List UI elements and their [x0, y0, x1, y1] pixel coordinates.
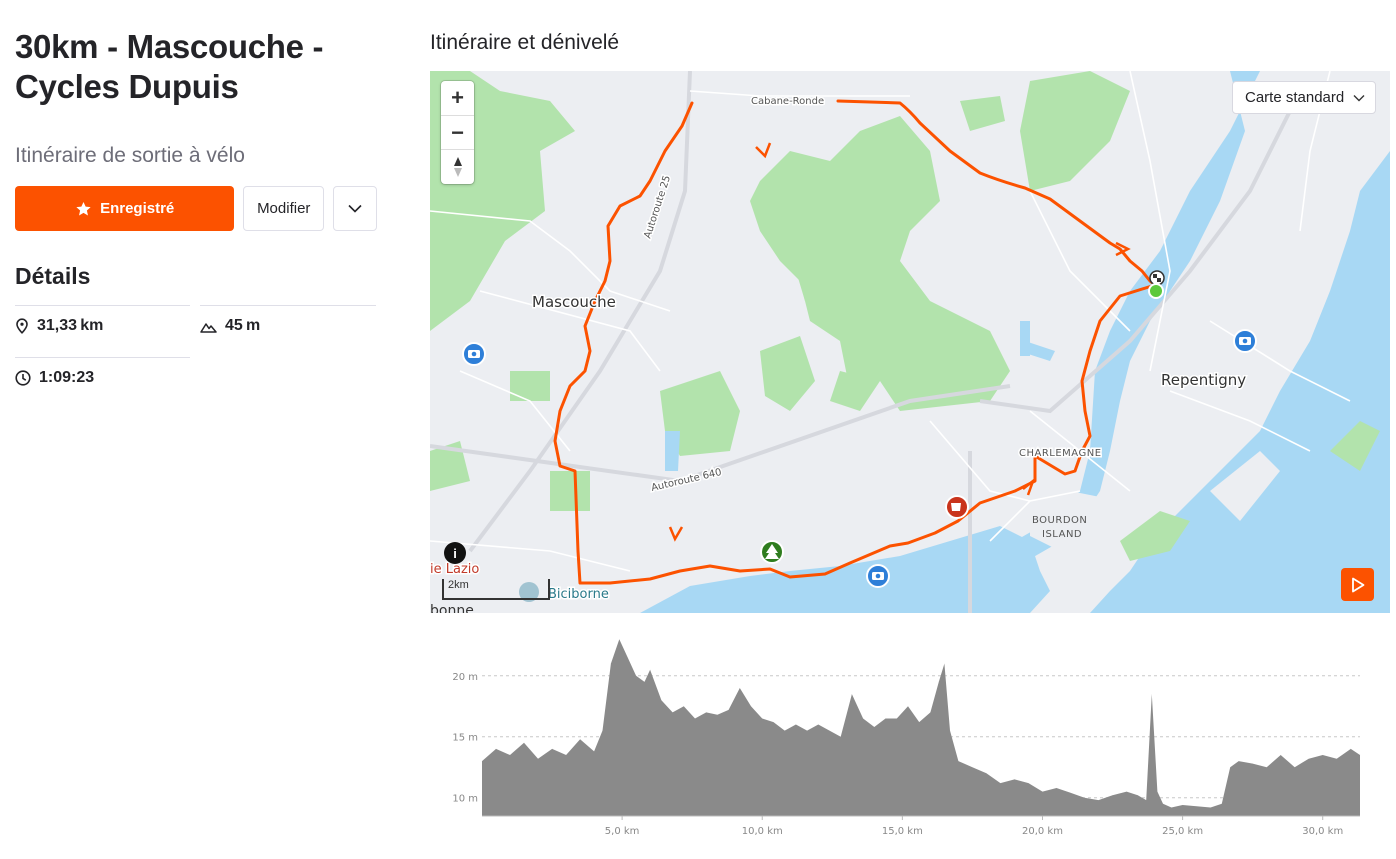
x-tick-label: 20,0 km — [1022, 826, 1063, 837]
x-tick-label: 15,0 km — [882, 826, 923, 837]
y-tick-label: 20 m — [452, 672, 478, 683]
route-map[interactable]: Cabane-Ronde Mascouche Autoroute 25 Auto… — [430, 71, 1390, 613]
route-info-panel: 30km - Mascouche - Cycles Dupuis Itinéra… — [15, 27, 377, 415]
poi-park[interactable] — [760, 540, 784, 564]
details-heading: Détails — [15, 263, 91, 289]
zoom-controls: + − — [441, 81, 474, 184]
water-areas — [640, 71, 1390, 613]
label-autoroute-640: Autoroute 640 — [650, 467, 723, 494]
map-style-select[interactable]: Carte standard — [1232, 81, 1376, 114]
star-icon — [76, 201, 91, 215]
map-style-label: Carte standard — [1245, 89, 1345, 106]
chevron-down-icon — [348, 204, 362, 213]
x-tick-label: 25,0 km — [1162, 826, 1203, 837]
end-marker[interactable] — [1149, 270, 1165, 286]
location-pin-icon — [16, 318, 28, 334]
clock-icon — [15, 370, 31, 386]
label-bonne: bonne — [430, 603, 474, 613]
y-tick-label: 10 m — [452, 794, 478, 805]
stat-moving-time: 1:09:23 — [15, 357, 190, 398]
action-bar: Enregistré Modifier — [15, 186, 377, 231]
flyover-play-button[interactable] — [1341, 568, 1374, 601]
map-scale: 2km — [442, 579, 550, 600]
moving-time-value: 1:09:23 — [39, 369, 95, 386]
start-marker[interactable] — [1148, 283, 1164, 299]
poi-photo-1[interactable] — [462, 342, 486, 366]
x-tick-label: 30,0 km — [1302, 826, 1343, 837]
label-charlemagne: CHARLEMAGNE — [1019, 448, 1102, 459]
y-tick-label: 15 m — [452, 733, 478, 744]
label-mascouche: Mascouche — [532, 293, 616, 311]
poi-cafe[interactable] — [945, 495, 969, 519]
elevation-profile-chart[interactable]: 20 m 15 m 10 m 5,0 km 10,0 km 15,0 km 20,0 km 2… — [430, 622, 1390, 847]
label-lazio: ie Lazio — [430, 562, 479, 577]
map-section-title: Itinéraire et dénivelé — [430, 31, 620, 54]
distance-value: 31,33 km — [37, 317, 104, 334]
page-title: 30km - Mascouche - Cycles Dupuis — [15, 28, 324, 105]
map-canvas: Cabane-Ronde Mascouche Autoroute 25 Auto… — [430, 71, 1390, 613]
modify-button[interactable]: Modifier — [243, 186, 325, 231]
poi-photo-2[interactable] — [1233, 329, 1257, 353]
label-island: ISLAND — [1042, 529, 1082, 540]
page-subtitle: Itinéraire de sortie à vélo — [15, 144, 245, 167]
details-stats: 31,33 km 45 m 1:09:23 — [15, 305, 377, 415]
saved-button[interactable]: Enregistré — [15, 186, 235, 231]
elevation-area — [482, 639, 1360, 816]
saved-button-label: Enregistré — [100, 200, 175, 217]
zoom-in-button[interactable]: + — [441, 81, 474, 115]
zoom-out-button[interactable]: − — [441, 115, 474, 149]
x-tick-label: 5,0 km — [605, 826, 640, 837]
label-cabane-ronde: Cabane-Ronde — [751, 96, 824, 107]
label-repentigny: Repentigny — [1161, 371, 1246, 389]
play-icon — [1351, 577, 1364, 592]
info-icon[interactable]: i — [444, 542, 466, 564]
more-options-button[interactable] — [333, 186, 377, 231]
mountain-icon — [200, 322, 217, 333]
label-biciborne: Biciborne — [548, 587, 609, 602]
stat-distance: 31,33 km — [15, 305, 190, 346]
chevron-down-icon — [1353, 94, 1365, 101]
compass-icon — [453, 156, 462, 177]
compass-button[interactable] — [441, 149, 474, 183]
poi-photo-3[interactable] — [866, 564, 890, 588]
elevation-value: 45 m — [225, 317, 261, 334]
x-tick-label: 10,0 km — [742, 826, 783, 837]
stat-elevation: 45 m — [200, 305, 376, 346]
label-bourdon: BOURDON — [1032, 515, 1087, 526]
